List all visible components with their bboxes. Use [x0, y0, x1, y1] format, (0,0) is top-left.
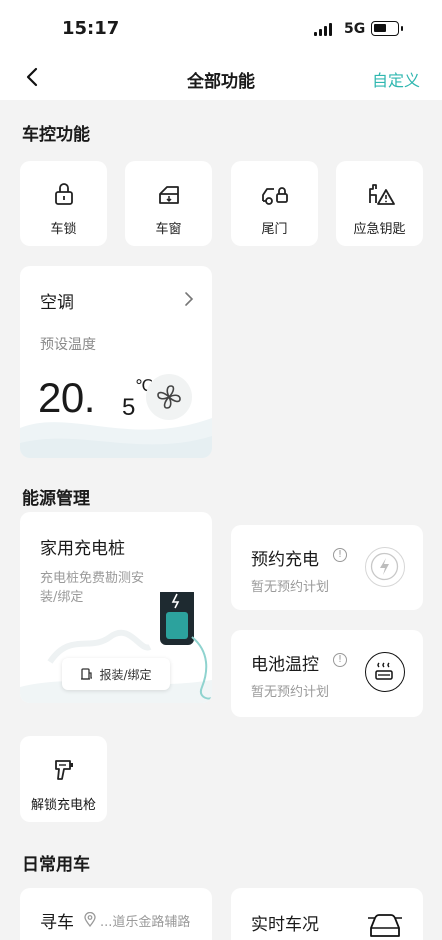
tile-label: 车锁: [50, 222, 77, 237]
ac-title: 空调: [40, 293, 74, 313]
temperature-decimal: 5: [122, 394, 136, 421]
network-type: 5G: [344, 21, 366, 37]
tile-label: 尾门: [261, 222, 288, 237]
lightning-icon: [370, 552, 399, 581]
customize-button[interactable]: 自定义: [372, 67, 420, 91]
ac-card[interactable]: 空调 预设温度 20. 5 ℃: [20, 266, 212, 458]
status-time: 15:17: [62, 18, 120, 39]
scheduled-charging-subtitle: 暂无预约计划: [251, 580, 330, 595]
location-pin-icon: [84, 912, 96, 927]
lock-tile[interactable]: 车锁: [20, 161, 107, 246]
battery-temp-subtitle: 暂无预约计划: [251, 685, 330, 700]
fan-icon: [157, 385, 181, 409]
temperature-value: 20.: [38, 374, 95, 421]
tile-label: 应急钥匙: [353, 222, 406, 237]
battery-temp-title: 电池温控: [251, 655, 319, 675]
live-status-card[interactable]: 实时车况: [231, 888, 423, 940]
find-car-location: ...道乐金路辅路: [100, 915, 191, 930]
section-title-vehicle-control: 车控功能: [22, 125, 90, 145]
signal-icon: [314, 23, 332, 36]
info-icon[interactable]: !: [333, 548, 347, 562]
unlock-charging-gun-tile[interactable]: 解锁充电枪: [20, 736, 107, 822]
car-front-icon: [368, 914, 402, 937]
battery-heat-button[interactable]: [365, 652, 405, 692]
battery-heat-icon: [375, 662, 393, 680]
home-charger-title: 家用充电桩: [40, 539, 125, 559]
find-car-title: 寻车: [40, 913, 74, 933]
charger-small-icon: [81, 668, 93, 680]
lightning-button[interactable]: [365, 547, 405, 587]
status-bar: 15:17 5G: [0, 0, 442, 58]
chevron-right-icon: [185, 292, 194, 306]
battery-icon: [371, 21, 403, 36]
charging-gun-icon: [54, 760, 73, 780]
battery-temp-card[interactable]: 电池温控 ! 暂无预约计划: [231, 630, 423, 717]
window-icon: [158, 186, 179, 204]
info-icon[interactable]: !: [333, 653, 347, 667]
section-title-daily: 日常用车: [22, 855, 90, 875]
window-tile[interactable]: 车窗: [125, 161, 212, 246]
home-charger-desc: 充电桩免费勘测安装/绑定: [40, 571, 145, 605]
find-car-card[interactable]: 寻车 ...道乐金路辅路: [20, 888, 212, 940]
fan-button[interactable]: [146, 374, 192, 420]
emergency-key-icon: [368, 184, 395, 205]
home-charger-card[interactable]: 家用充电桩 充电桩免费勘测安装/绑定 报装/绑定: [20, 512, 212, 703]
tile-label: 车窗: [155, 222, 182, 237]
nav-bar: 全部功能 自定义: [0, 58, 442, 100]
tile-label: 解锁充电枪: [30, 798, 96, 813]
live-status-title: 实时车况: [251, 915, 319, 935]
tailgate-tile[interactable]: 尾门: [231, 161, 318, 246]
section-title-energy: 能源管理: [22, 489, 90, 509]
install-bind-label: 报装/绑定: [99, 667, 152, 682]
scheduled-charging-card[interactable]: 预约充电 ! 暂无预约计划: [231, 525, 423, 610]
lock-icon: [54, 183, 73, 205]
emergency-key-tile[interactable]: 应急钥匙: [336, 161, 423, 246]
install-bind-button[interactable]: 报装/绑定: [62, 658, 170, 690]
scheduled-charging-title: 预约充电: [251, 550, 319, 570]
ac-subtitle: 预设温度: [40, 337, 96, 353]
tailgate-icon: [261, 187, 288, 205]
